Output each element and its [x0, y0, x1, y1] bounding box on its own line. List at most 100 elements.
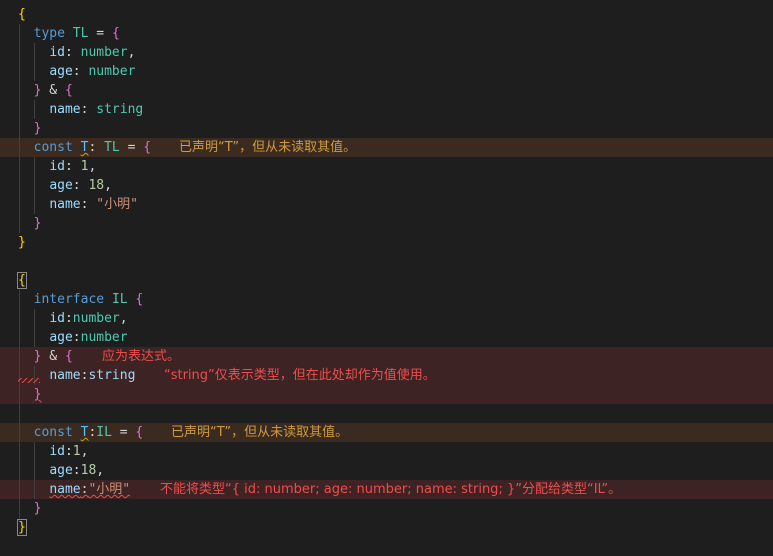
code-token: id	[49, 159, 65, 174]
code-token: {	[135, 292, 144, 307]
code-token: TL	[72, 26, 89, 41]
code-token: {	[17, 272, 27, 289]
code-editor[interactable]: { type TL = { id: number, age: number } …	[0, 5, 773, 537]
code-content: {	[17, 272, 27, 289]
code-content: }	[18, 387, 42, 402]
code-token: "小明"	[88, 482, 131, 497]
code-line[interactable]: }	[0, 233, 773, 252]
code-content: id:number,	[18, 311, 128, 326]
code-line[interactable]: id:number,	[0, 309, 773, 328]
code-content: age: number	[18, 64, 135, 79]
code-line[interactable]: type TL = {	[0, 24, 773, 43]
code-line[interactable]: }	[0, 214, 773, 233]
code-token: :	[80, 197, 97, 212]
code-line[interactable]: }	[0, 119, 773, 138]
code-content: type TL = {	[18, 26, 120, 41]
code-token: :	[64, 45, 81, 60]
code-line[interactable]	[0, 252, 773, 271]
code-content: name: "小明"	[18, 197, 138, 212]
code-token: type	[33, 26, 65, 41]
code-token: }	[33, 501, 42, 516]
code-token: }	[33, 216, 42, 231]
code-token: ,	[119, 311, 128, 326]
code-line[interactable]: age: number	[0, 62, 773, 81]
code-token: &	[41, 83, 65, 98]
code-token: 18	[88, 178, 105, 193]
code-token: interface	[33, 292, 105, 307]
code-token: :	[64, 444, 73, 459]
code-token: age	[49, 330, 73, 345]
code-token: number	[80, 330, 128, 345]
code-content: age:number	[18, 330, 128, 345]
code-line[interactable]: }	[0, 518, 773, 537]
code-content: age: 18,	[18, 178, 112, 193]
code-line[interactable]: {	[0, 271, 773, 290]
code-token: {	[135, 425, 144, 440]
code-token: :	[72, 64, 89, 79]
indent-guide	[19, 404, 20, 423]
code-token: age	[49, 178, 73, 193]
code-token: ,	[104, 178, 112, 193]
code-content: }	[18, 216, 42, 231]
code-token: number	[80, 45, 128, 60]
code-line[interactable]: age:18,	[0, 461, 773, 480]
code-line[interactable]: name:string “string”仅表示类型，但在此处却作为值使用。	[0, 366, 773, 385]
code-line[interactable]: const T:IL = {已声明“T”，但从未读取其值。	[0, 423, 773, 442]
code-content: }	[18, 121, 42, 136]
code-content: }	[18, 501, 42, 516]
code-line[interactable]: age: 18,	[0, 176, 773, 195]
code-line[interactable]: } & {	[0, 81, 773, 100]
code-token: {	[111, 26, 120, 41]
code-token: ,	[80, 444, 89, 459]
code-token: TL	[104, 140, 120, 155]
code-token: name	[49, 368, 81, 383]
code-content: } & {	[18, 83, 73, 98]
code-token: IL	[111, 292, 128, 307]
error-message: 不能将类型“{ id: number; age: number; name: s…	[160, 482, 622, 497]
code-line[interactable]: {	[0, 5, 773, 24]
code-token: ,	[88, 159, 97, 174]
code-line[interactable]: id: number,	[0, 43, 773, 62]
code-content: age:18,	[18, 463, 104, 478]
code-token: string	[96, 102, 144, 117]
info-message: 已声明“T”，但从未读取其值。	[179, 140, 357, 155]
code-line[interactable]: }	[0, 499, 773, 518]
code-content: {	[18, 7, 26, 22]
code-token: {	[143, 140, 152, 155]
code-token: id	[49, 311, 65, 326]
code-line[interactable]: const T: TL = {已声明“T”，但从未读取其值。	[0, 138, 773, 157]
code-line[interactable]: name: "小明"	[0, 195, 773, 214]
code-line[interactable]: interface IL {	[0, 290, 773, 309]
code-line[interactable]	[0, 404, 773, 423]
code-token: =	[111, 425, 136, 440]
code-content: const T:IL = {	[18, 425, 144, 440]
code-line[interactable]: id:1,	[0, 442, 773, 461]
code-line[interactable]: name:"小明" 不能将类型“{ id: number; age: number…	[0, 480, 773, 499]
code-token: &	[41, 349, 65, 364]
code-line[interactable]: id: 1,	[0, 157, 773, 176]
code-token: 1	[72, 444, 81, 459]
code-line[interactable]: name: string	[0, 100, 773, 119]
code-line[interactable]: } & {应为表达式。	[0, 347, 773, 366]
code-token: 18	[80, 463, 97, 478]
code-token: id	[49, 444, 65, 459]
code-token: IL	[96, 425, 112, 440]
code-line[interactable]: }	[0, 385, 773, 404]
code-token: string	[88, 368, 136, 383]
code-line[interactable]: age:number	[0, 328, 773, 347]
code-token: :	[64, 159, 81, 174]
